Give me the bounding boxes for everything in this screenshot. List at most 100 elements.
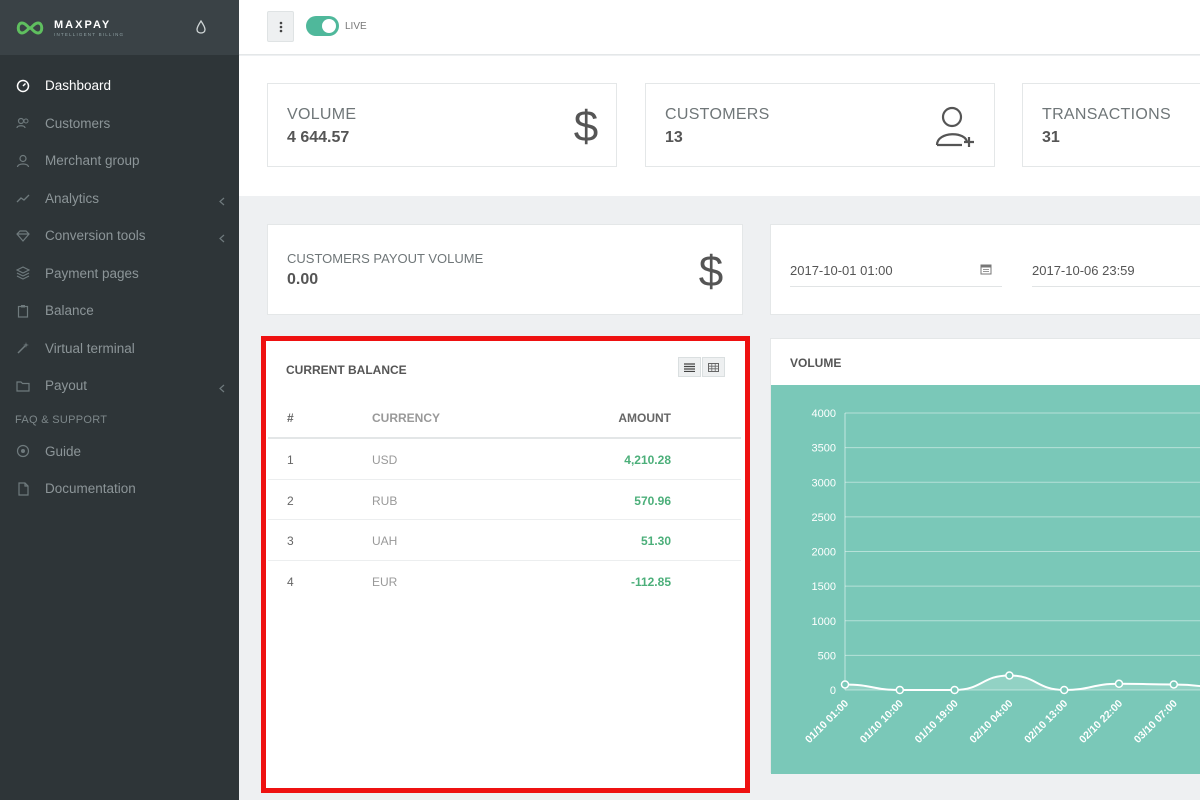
stats-band: VOLUME 4 644.57 $ CUSTOMERS 13 TRANSACTI… — [239, 56, 1200, 196]
globe-icon — [15, 443, 31, 459]
x-tick-label: 01/10 01:00 — [803, 698, 851, 746]
topbar: LIVE — [239, 0, 1200, 55]
sidebar-item-label: Guide — [45, 443, 82, 459]
x-tick-label: 03/10 07:00 — [1132, 698, 1180, 746]
grid-icon — [708, 362, 719, 372]
column-header-amount: AMOUNT — [618, 411, 671, 425]
sidebar-item-label: Documentation — [45, 481, 136, 497]
stat-card-volume: VOLUME 4 644.57 $ — [267, 83, 617, 167]
brand-header: MAXPAY INTELLIGENT BILLING — [0, 0, 239, 55]
user-icon — [15, 153, 31, 169]
speedometer-icon — [15, 78, 31, 94]
line-chart-icon — [15, 190, 31, 206]
date-range-card: 2017-10-01 01:00 2017-10-06 23:59 — [770, 224, 1200, 315]
stat-value: 4 644.57 — [287, 129, 350, 146]
y-tick-label: 1500 — [812, 581, 836, 593]
infinity-logo-icon — [16, 20, 44, 35]
more-options-button[interactable] — [267, 11, 294, 42]
y-tick-label: 4000 — [812, 408, 836, 420]
stat-card-customers: CUSTOMERS 13 — [645, 83, 995, 167]
sidebar-item-customers[interactable]: Customers — [0, 105, 239, 143]
sidebar-item-guide[interactable]: Guide — [0, 433, 239, 471]
volume-chart-svg: 0 500 1000 1500 2000 2500 3000 3500 4000 01/10 01… — [803, 408, 1200, 746]
volume-chart-card: VOLUME 0 500 1000 1500 2000 2500 3000 3500 4000 0… — [770, 338, 1200, 774]
row-currency: EUR — [372, 574, 398, 589]
live-label: LIVE — [345, 21, 367, 32]
view-toggle — [678, 357, 725, 377]
payout-title: CUSTOMERS PAYOUT VOLUME — [287, 251, 484, 266]
chevron-left-icon — [219, 380, 225, 398]
row-index: 4 — [287, 574, 294, 589]
y-tick-label: 1000 — [812, 616, 836, 628]
volume-chart-area: 0 500 1000 1500 2000 2500 3000 3500 4000 01/10 01… — [771, 385, 1200, 774]
sidebar-item-label: Payment pages — [45, 265, 139, 281]
folder-icon — [15, 378, 31, 394]
dollar-icon: $ — [698, 247, 724, 298]
row-currency: USD — [372, 453, 398, 467]
table-row: 2 RUB 570.96 — [268, 480, 741, 520]
sidebar-item-merchant-group[interactable]: Merchant group — [0, 142, 239, 180]
x-tick-label: 02/10 04:00 — [967, 698, 1015, 746]
balance-table-header: # CURRENCY AMOUNT — [268, 397, 741, 439]
date-to-field[interactable]: 2017-10-06 23:59 — [1032, 263, 1200, 287]
sidebar-item-label: Customers — [45, 115, 111, 131]
y-tick-label: 500 — [818, 650, 836, 662]
sidebar-item-label: Conversion tools — [45, 228, 146, 244]
volume-chart-title: VOLUME — [790, 356, 842, 370]
document-icon — [15, 481, 31, 497]
list-icon — [684, 362, 695, 372]
y-tick-label: 3500 — [812, 443, 836, 455]
stat-title: VOLUME — [287, 106, 357, 123]
chevron-left-icon — [219, 230, 225, 248]
sidebar-item-analytics[interactable]: Analytics — [0, 180, 239, 218]
stat-value: 31 — [1042, 129, 1060, 146]
y-tick-label: 0 — [830, 685, 836, 697]
live-mode-toggle[interactable] — [306, 16, 339, 36]
row-index: 1 — [287, 453, 294, 467]
row-amount: 4,210.28 — [624, 453, 671, 467]
x-tick-label: 02/10 13:00 — [1022, 698, 1070, 746]
sidebar-item-payment-pages[interactable]: Payment pages — [0, 255, 239, 293]
volume-data-point — [950, 685, 959, 695]
layers-icon — [15, 265, 31, 281]
stat-title: CUSTOMERS — [665, 106, 770, 123]
calendar-icon[interactable] — [980, 263, 992, 278]
clipboard-icon — [15, 303, 31, 319]
row-amount: -112.85 — [630, 574, 671, 589]
sidebar-item-label: Virtual terminal — [45, 340, 135, 356]
sidebar-item-balance[interactable]: Balance — [0, 292, 239, 330]
payout-value: 0.00 — [287, 271, 319, 288]
date-from-field[interactable]: 2017-10-01 01:00 — [790, 263, 1002, 287]
theme-drop-icon[interactable] — [196, 19, 206, 39]
faq-support-heading: FAQ & SUPPORT — [15, 413, 108, 426]
add-user-icon — [934, 105, 976, 154]
table-row: 1 USD 4,210.28 — [268, 439, 741, 480]
volume-data-point — [895, 685, 905, 695]
sidebar-item-documentation[interactable]: Documentation — [0, 470, 239, 508]
users-icon — [15, 115, 31, 131]
current-balance-title: CURRENT BALANCE — [286, 363, 407, 377]
date-from-value: 2017-10-01 01:00 — [790, 263, 893, 278]
sidebar-item-virtual-terminal[interactable]: Virtual terminal — [0, 330, 239, 368]
x-tick-label: 02/10 22:00 — [1077, 698, 1125, 746]
sidebar-item-dashboard[interactable]: Dashboard — [0, 67, 239, 105]
sidebar-item-conversion-tools[interactable]: Conversion tools — [0, 217, 239, 255]
sidebar-item-payout[interactable]: Payout — [0, 367, 239, 405]
grid-view-button[interactable] — [702, 357, 725, 377]
stat-value: 13 — [665, 129, 683, 146]
brand-name: MAXPAY — [54, 18, 112, 31]
current-balance-card: CURRENT BALANCE # CURRENCY AMOUNT 1 USD … — [261, 336, 750, 793]
sidebar: MAXPAY INTELLIGENT BILLING Dashboard Cus… — [0, 0, 239, 800]
row-index: 2 — [287, 493, 294, 508]
volume-data-point — [1005, 671, 1014, 680]
stat-card-transactions: TRANSACTIONS 31 — [1022, 83, 1200, 167]
sidebar-nav: Dashboard Customers Merchant group Analy… — [0, 67, 239, 405]
volume-data-point — [840, 680, 850, 689]
column-header-currency: CURRENCY — [372, 411, 441, 425]
support-nav: Guide Documentation — [0, 433, 239, 508]
payout-volume-card: CUSTOMERS PAYOUT VOLUME 0.00 $ — [267, 224, 743, 315]
brand-logo[interactable]: MAXPAY INTELLIGENT BILLING — [14, 19, 124, 37]
list-view-button[interactable] — [678, 357, 701, 377]
svg-text:$: $ — [574, 104, 598, 148]
wand-icon — [15, 340, 31, 356]
